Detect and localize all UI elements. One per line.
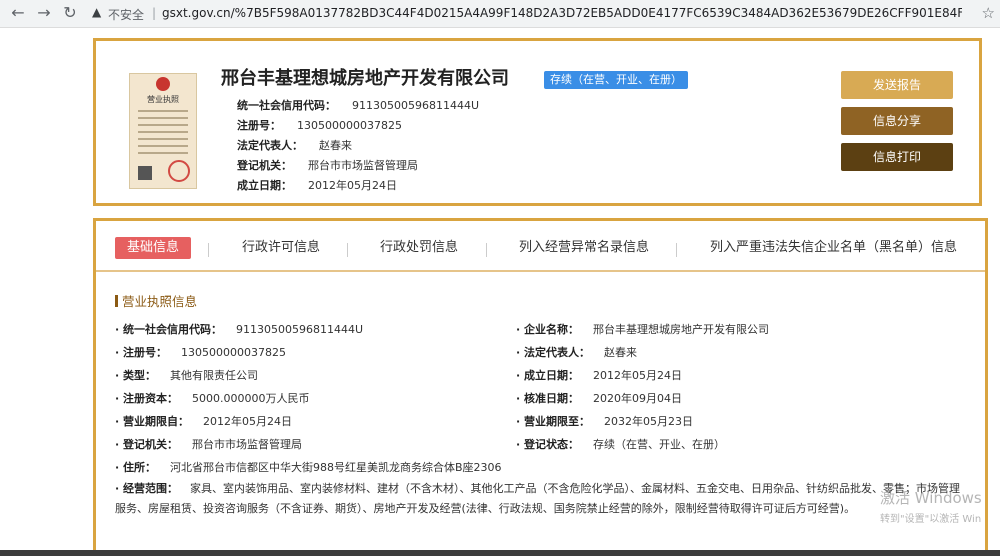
section-title: 营业执照信息 — [115, 291, 197, 310]
field-label: · 企业名称： — [516, 323, 580, 336]
detail-panel: 基础信息 行政许可信息 行政处罚信息 列入经营异常名录信息 列入严重违法失信企业… — [93, 218, 988, 556]
tab-divider — [208, 243, 209, 257]
tab-divider — [486, 243, 487, 257]
tab-divider — [347, 243, 348, 257]
warning-icon: ▲ — [92, 5, 102, 19]
business-license-image[interactable]: 营业执照 — [129, 73, 197, 189]
field-value: 5000.000000万人民币 — [192, 392, 310, 405]
field-value: 2012年05月24日 — [593, 369, 683, 382]
field-label: · 营业期限自： — [115, 415, 190, 428]
field-value: 家具、室内装饰用品、室内装修材料、建材（不含木材）、其他化工产品（不含危险化学品… — [115, 482, 961, 515]
tab-admin-penalty[interactable]: 行政处罚信息 — [380, 237, 458, 259]
tab-abnormal-operation[interactable]: 列入经营异常名录信息 — [519, 237, 649, 259]
send-report-button[interactable]: 发送报告 — [841, 71, 953, 99]
field-label: · 统一社会信用代码： — [115, 323, 223, 336]
info-value: 邢台市市场监督管理局 — [308, 159, 418, 172]
field-value: 91130500596811444U — [236, 323, 364, 336]
info-reg-authority: 登记机关： 邢台市市场监督管理局 — [237, 157, 418, 173]
taskbar-edge — [0, 550, 1000, 556]
tab-bar: 基础信息 行政许可信息 行政处罚信息 列入经营异常名录信息 列入严重违法失信企业… — [96, 221, 985, 272]
reload-icon[interactable]: ↻ — [60, 3, 80, 23]
field-value: 130500000037825 — [181, 346, 286, 359]
field-label: · 类型： — [115, 369, 157, 382]
address-bar[interactable]: ▲ 不安全 | gsxt.gov.cn/%7B5F598A0137782BD3C… — [84, 2, 999, 24]
field-label: · 营业期限至： — [516, 415, 591, 428]
field-approval-date: · 核准日期： 2020年09月04日 — [516, 390, 682, 406]
field-label: · 核准日期： — [516, 392, 580, 405]
qr-code-icon — [138, 166, 152, 180]
company-name: 邢台丰基理想城房地产开发有限公司 — [221, 68, 509, 89]
field-type: · 类型： 其他有限责任公司 — [115, 367, 258, 383]
field-value: 邢台丰基理想城房地产开发有限公司 — [593, 323, 770, 336]
field-value: 赵春来 — [604, 346, 638, 359]
info-label: 统一社会信用代码： — [237, 99, 336, 112]
info-legal-rep: 法定代表人： 赵春来 — [237, 137, 352, 153]
info-established: 成立日期： 2012年05月24日 — [237, 177, 397, 193]
back-arrow-icon[interactable]: ← — [8, 3, 28, 23]
field-company-name: · 企业名称： 邢台丰基理想城房地产开发有限公司 — [516, 321, 769, 337]
field-credit-code: · 统一社会信用代码： 91130500596811444U — [115, 321, 363, 337]
info-reg-number: 注册号： 130500000037825 — [237, 117, 402, 133]
info-value: 赵春来 — [319, 139, 352, 152]
info-label: 注册号： — [237, 119, 281, 132]
status-badge: 存续（在营、开业、在册） — [544, 71, 688, 89]
license-text-lines — [138, 110, 188, 159]
field-label: · 注册资本： — [115, 392, 179, 405]
info-value: 91130500596811444U — [352, 99, 480, 112]
url-text[interactable]: gsxt.gov.cn/%7B5F598A0137782BD3C44F4D021… — [162, 6, 962, 20]
field-reg-number: · 注册号： 130500000037825 — [115, 344, 286, 360]
field-label: · 登记状态： — [516, 438, 580, 451]
bookmark-star-icon[interactable]: ☆ — [982, 4, 995, 22]
info-value: 2012年05月24日 — [308, 179, 397, 192]
field-reg-status: · 登记状态： 存续（在营、开业、在册） — [516, 436, 725, 452]
url-separator: | — [152, 6, 157, 20]
field-label: · 住所： — [115, 461, 157, 474]
tab-admin-license[interactable]: 行政许可信息 — [242, 237, 320, 259]
field-value: 2012年05月24日 — [203, 415, 293, 428]
field-value: 2020年09月04日 — [593, 392, 683, 405]
field-legal-rep: · 法定代表人： 赵春来 — [516, 344, 637, 360]
field-term-from: · 营业期限自： 2012年05月24日 — [115, 413, 292, 429]
field-value: 河北省邢台市信都区中华大街988号红星美凯龙商务综合体B座2306 — [170, 461, 502, 474]
info-label: 登记机关： — [237, 159, 292, 172]
national-emblem-icon — [156, 77, 170, 91]
tab-blacklist[interactable]: 列入严重违法失信企业名单（黑名单）信息 — [710, 237, 957, 259]
print-info-button[interactable]: 信息打印 — [841, 143, 953, 171]
field-label: · 成立日期： — [516, 369, 580, 382]
field-business-scope: · 经营范围： 家具、室内装饰用品、室内装修材料、建材（不含木材）、其他化工产品（… — [115, 479, 965, 519]
field-term-to: · 营业期限至： 2032年05月23日 — [516, 413, 693, 429]
windows-activation-hint: 转到"设置"以激活 Win — [880, 514, 982, 525]
windows-activation-watermark: 激活 Windows — [880, 489, 982, 507]
field-value: 2032年05月23日 — [604, 415, 694, 428]
forward-arrow-icon[interactable]: → — [34, 3, 54, 23]
share-info-button[interactable]: 信息分享 — [841, 107, 953, 135]
tab-divider — [676, 243, 677, 257]
field-reg-capital: · 注册资本： 5000.000000万人民币 — [115, 390, 310, 406]
info-value: 130500000037825 — [297, 119, 402, 132]
field-label: · 法定代表人： — [516, 346, 591, 359]
info-label: 成立日期： — [237, 179, 292, 192]
field-address: · 住所： 河北省邢台市信都区中华大街988号红星美凯龙商务综合体B座2306 — [115, 459, 502, 475]
tab-basic-info[interactable]: 基础信息 — [115, 237, 192, 259]
field-label: · 注册号： — [115, 346, 168, 359]
info-label: 法定代表人： — [237, 139, 303, 152]
field-label: · 经营范围： — [115, 482, 179, 495]
info-credit-code: 统一社会信用代码： 91130500596811444U — [237, 97, 479, 113]
company-header-panel: 营业执照 邢台丰基理想城房地产开发有限公司 存续（在营、开业、在册） 统一社会信… — [93, 38, 982, 206]
browser-toolbar: ← → ↻ ▲ 不安全 | gsxt.gov.cn/%7B5F598A01377… — [0, 0, 1000, 28]
field-value: 其他有限责任公司 — [170, 369, 259, 382]
insecure-label: 不安全 — [108, 8, 145, 22]
field-established: · 成立日期： 2012年05月24日 — [516, 367, 682, 383]
license-title: 营业执照 — [147, 95, 179, 104]
field-label: · 登记机关： — [115, 438, 179, 451]
field-value: 邢台市市场监督管理局 — [192, 438, 303, 451]
field-value: 存续（在营、开业、在册） — [593, 438, 726, 451]
field-reg-authority: · 登记机关： 邢台市市场监督管理局 — [115, 436, 302, 452]
official-stamp-icon — [168, 160, 190, 182]
